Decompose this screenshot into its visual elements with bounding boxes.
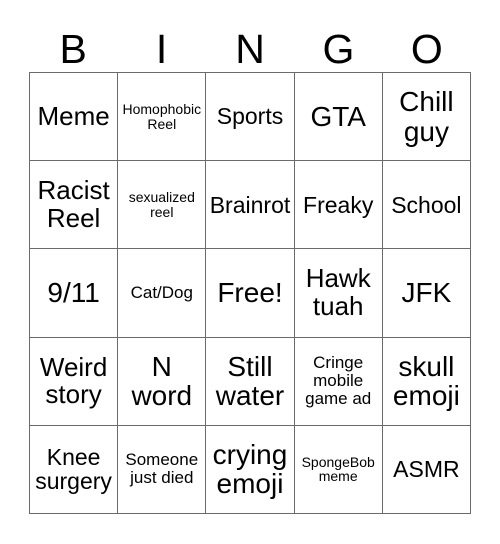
bingo-cell-label: Weird story: [39, 351, 108, 410]
bingo-grid: Meme Homophobic Reel Sports GTA Chill gu…: [29, 72, 471, 514]
bingo-cell-label: Cringe mobile game ad: [305, 353, 372, 409]
bingo-cell[interactable]: Cat/Dog: [118, 249, 207, 338]
bingo-cell-label: Free!: [217, 277, 283, 309]
bingo-header-letter-g: G: [322, 25, 355, 72]
bingo-cell[interactable]: School: [382, 161, 471, 250]
bingo-cell[interactable]: N word: [118, 337, 207, 426]
bingo-cell-label: Hawk tuah: [305, 263, 371, 321]
bingo-cell[interactable]: sexualized reel: [118, 161, 207, 250]
bingo-cell-label: GTA: [310, 100, 366, 132]
bingo-cell[interactable]: skull emoji: [382, 337, 471, 426]
bingo-header-letter-o: O: [410, 25, 443, 72]
bingo-cell[interactable]: GTA: [294, 73, 383, 162]
bingo-cell-free[interactable]: Free!: [206, 249, 295, 338]
bingo-cell-label: Homophobic Reel: [122, 100, 202, 132]
bingo-cell-label: Knee surgery: [35, 444, 112, 495]
bingo-cell-label: Racist Reel: [37, 175, 110, 233]
bingo-cell[interactable]: JFK: [382, 249, 471, 338]
bingo-cell[interactable]: Hawk tuah: [294, 249, 383, 338]
bingo-cell[interactable]: Freaky: [294, 161, 383, 250]
bingo-cell-label: ASMR: [393, 456, 460, 483]
bingo-cell-label: Still water: [215, 350, 285, 412]
bingo-cell[interactable]: Brainrot: [206, 161, 295, 250]
bingo-cell[interactable]: Sports: [206, 73, 295, 162]
bingo-cell[interactable]: Homophobic Reel: [118, 73, 207, 162]
bingo-cell[interactable]: Still water: [206, 337, 295, 426]
bingo-cell-label: Brainrot: [209, 191, 291, 218]
bingo-header-letter-i: I: [155, 25, 168, 72]
bingo-header-letter-n: N: [235, 25, 265, 72]
bingo-cell-label: Sports: [216, 103, 284, 130]
bingo-cell-label: crying emoji: [212, 438, 288, 500]
bingo-cell-label: Cat/Dog: [130, 282, 193, 302]
bingo-cell[interactable]: SpongeBob meme: [294, 425, 383, 514]
bingo-cell[interactable]: Chill guy: [382, 73, 471, 162]
bingo-cell-label: skull emoji: [392, 350, 460, 412]
bingo-cell[interactable]: 9/11: [30, 249, 119, 338]
bingo-cell-label: JFK: [401, 277, 452, 309]
bingo-cell[interactable]: Meme: [30, 73, 119, 162]
bingo-header-letter-b: B: [59, 25, 87, 72]
bingo-card: B I N G O Meme Homophobic Reel Sports GT…: [0, 0, 500, 544]
bingo-cell[interactable]: Knee surgery: [30, 425, 119, 514]
bingo-cell[interactable]: Cringe mobile game ad: [294, 337, 383, 426]
bingo-cell[interactable]: crying emoji: [206, 425, 295, 514]
bingo-cell-label: Chill guy: [399, 85, 454, 147]
bingo-cell[interactable]: ASMR: [382, 425, 471, 514]
bingo-cell-label: sexualized reel: [128, 188, 195, 220]
bingo-cell[interactable]: Weird story: [30, 337, 119, 426]
bingo-cell-label: 9/11: [47, 277, 100, 309]
bingo-cell-label: Freaky: [303, 191, 374, 218]
bingo-cell-label: Someone just died: [125, 450, 199, 488]
bingo-cell[interactable]: Someone just died: [118, 425, 207, 514]
bingo-cell[interactable]: Racist Reel: [30, 161, 119, 250]
bingo-cell-label: N word: [131, 350, 193, 412]
bingo-cell-label: Meme: [37, 100, 110, 131]
bingo-cell-label: SpongeBob meme: [301, 453, 375, 485]
bingo-header-row: B I N G O: [29, 26, 471, 72]
bingo-cell-label: School: [391, 191, 462, 218]
